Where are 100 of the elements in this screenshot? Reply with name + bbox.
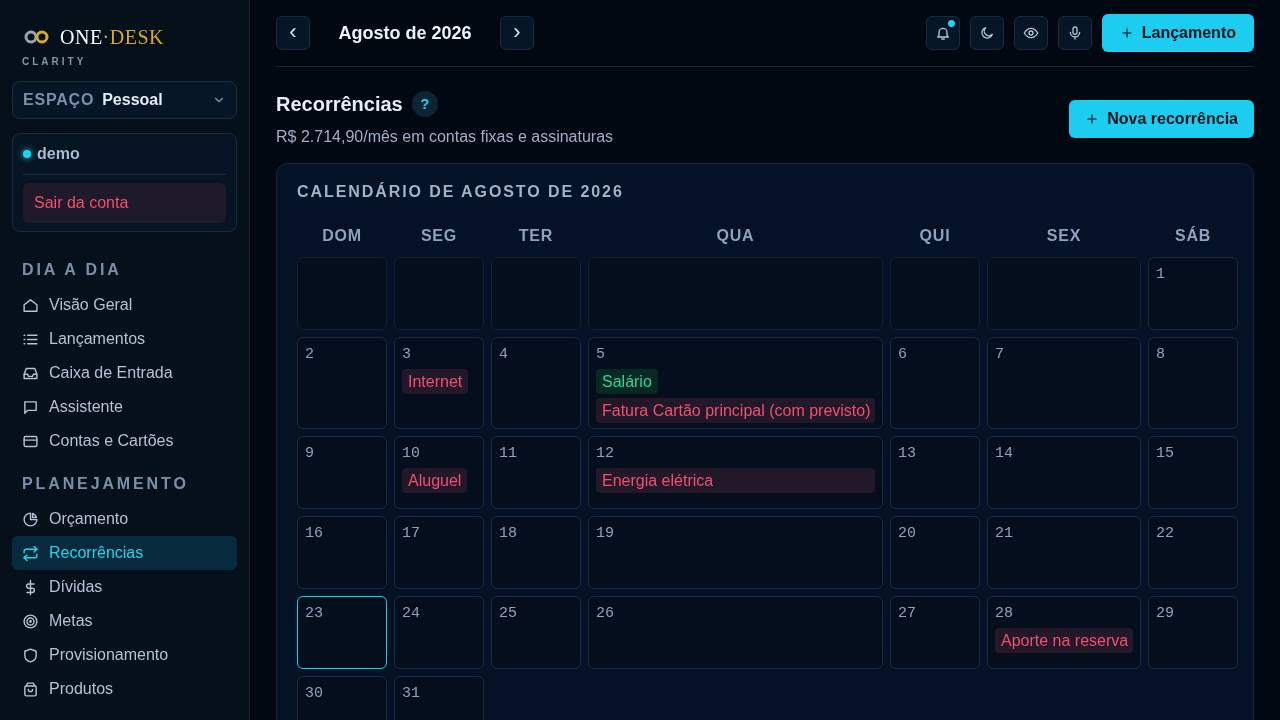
event-chip[interactable]: Fatura Cartão principal (com previsto) [596,398,875,423]
new-recurrence-button[interactable]: Nova recorrência [1069,100,1254,138]
weekday-header: TER [517,226,555,246]
day-cell[interactable]: 25 [491,596,581,669]
day-cell[interactable]: 12 Energia elétrica [588,436,883,509]
day-cell[interactable]: 8 [1148,337,1238,429]
day-cell[interactable]: 13 [890,436,980,509]
day-number: 9 [305,444,314,464]
nav-item[interactable]: Dívidas [12,570,237,604]
nav-item[interactable]: Visão Geral [12,288,237,322]
brand-tagline: CLARITY [22,55,88,69]
nav-item[interactable]: Produtos [12,672,237,706]
nav-item[interactable]: Contas e Cartões [12,424,237,458]
day-number: 8 [1156,345,1165,365]
home-icon [22,296,39,314]
new-entry-button[interactable]: Lançamento [1101,14,1254,52]
day-number: 11 [499,444,517,464]
month-label: Agosto de 2026 [337,21,473,45]
nav-item[interactable]: Lançamentos [12,322,237,356]
day-cell[interactable]: 16 [297,516,387,589]
day-number: 7 [995,345,1004,365]
day-cell[interactable]: 6 [890,337,980,429]
day-number: 15 [1156,444,1174,464]
day-cell[interactable]: 22 [1148,516,1238,589]
weekday-header: QUA [715,226,756,246]
shield-icon [22,646,39,664]
nav-item[interactable]: Recorrências [12,536,237,570]
chat-icon [22,398,39,416]
workspace-label: ESPAÇO [23,90,95,110]
event-chip[interactable]: Aluguel [402,468,468,493]
pie-chart-icon [22,510,39,528]
day-number: 18 [499,524,517,544]
day-number: 24 [402,604,420,624]
plus-icon [1119,26,1134,40]
day-cell[interactable]: 3 Internet [394,337,484,429]
day-cell[interactable]: 15 [1148,436,1238,509]
day-cell[interactable]: 30 [297,676,387,720]
day-cell[interactable]: 11 [491,436,581,509]
day-cell[interactable]: 17 [394,516,484,589]
plus-icon [1085,112,1100,126]
visibility-button[interactable] [1013,16,1048,50]
day-cell[interactable]: 19 [588,516,883,589]
day-number: 3 [402,345,411,365]
nav-item[interactable]: Assistente [12,390,237,424]
day-cell[interactable]: 1 [1148,257,1238,330]
day-cell[interactable]: 26 [588,596,883,669]
day-cell[interactable]: 27 [890,596,980,669]
brand-name: ONE·DESK [60,25,164,50]
day-cell[interactable]: 5 Salário Fatura Cartão principal (com previsto) [588,337,883,429]
help-button[interactable]: ? [411,91,438,117]
event-chip[interactable]: Aporte na reserva [995,628,1133,653]
weekday-header: DOM [321,226,363,246]
day-cell[interactable]: 7 [987,337,1141,429]
day-number: 23 [305,604,323,624]
day-number: 28 [995,604,1013,624]
nav-item[interactable]: Metas [12,604,237,638]
day-cell[interactable]: 18 [491,516,581,589]
day-cell[interactable]: 29 [1148,596,1238,669]
weekday-header: SÁB [1173,225,1213,246]
day-number: 22 [1156,524,1174,544]
notifications-button[interactable] [925,16,960,50]
nav-item[interactable]: Provisionamento [12,638,237,672]
day-cell[interactable]: 20 [890,516,980,589]
day-cell[interactable]: 21 [987,516,1141,589]
previous-month-button[interactable]: ‹ [276,16,310,50]
day-cell[interactable]: 2 [297,337,387,429]
day-cell[interactable]: 31 [394,676,484,720]
event-chip[interactable]: Salário [596,369,658,394]
day-number: 31 [402,684,420,704]
user-name: demo [37,144,80,164]
day-number: 30 [305,684,323,704]
nav-item[interactable]: Orçamento [12,502,237,536]
day-number: 19 [596,524,614,544]
repeat-icon [22,544,39,562]
day-cell[interactable]: 14 [987,436,1141,509]
bag-icon [22,680,39,698]
workspace-selector[interactable]: ESPAÇO Pessoal [12,81,237,119]
day-number: 1 [1156,265,1165,285]
day-cell[interactable]: 4 [491,337,581,429]
page-title: Recorrências [276,92,403,117]
event-chip[interactable]: Internet [402,369,469,394]
day-cell[interactable]: 28 Aporte na reserva [987,596,1141,669]
day-cell[interactable]: 24 [394,596,484,669]
day-cell[interactable]: 9 [297,436,387,509]
nav-item[interactable]: Caixa de Entrada [12,356,237,390]
logout-button[interactable]: Sair da conta [23,183,226,223]
day-cell[interactable]: 10 Aluguel [394,436,484,509]
bell-icon [934,25,951,41]
section-title: DIA A DIA [21,260,123,280]
day-number: 25 [499,604,517,624]
theme-button[interactable] [969,16,1004,50]
workspace-value: Pessoal [102,90,164,110]
logo-icon [24,30,50,44]
day-cell[interactable]: 23 [297,596,387,669]
voice-button[interactable] [1057,16,1092,50]
event-chip[interactable]: Energia elétrica [596,468,875,493]
eye-icon [1022,25,1039,41]
day-number: 26 [596,604,614,624]
day-number: 6 [898,345,907,365]
next-month-button[interactable]: › [500,16,534,50]
